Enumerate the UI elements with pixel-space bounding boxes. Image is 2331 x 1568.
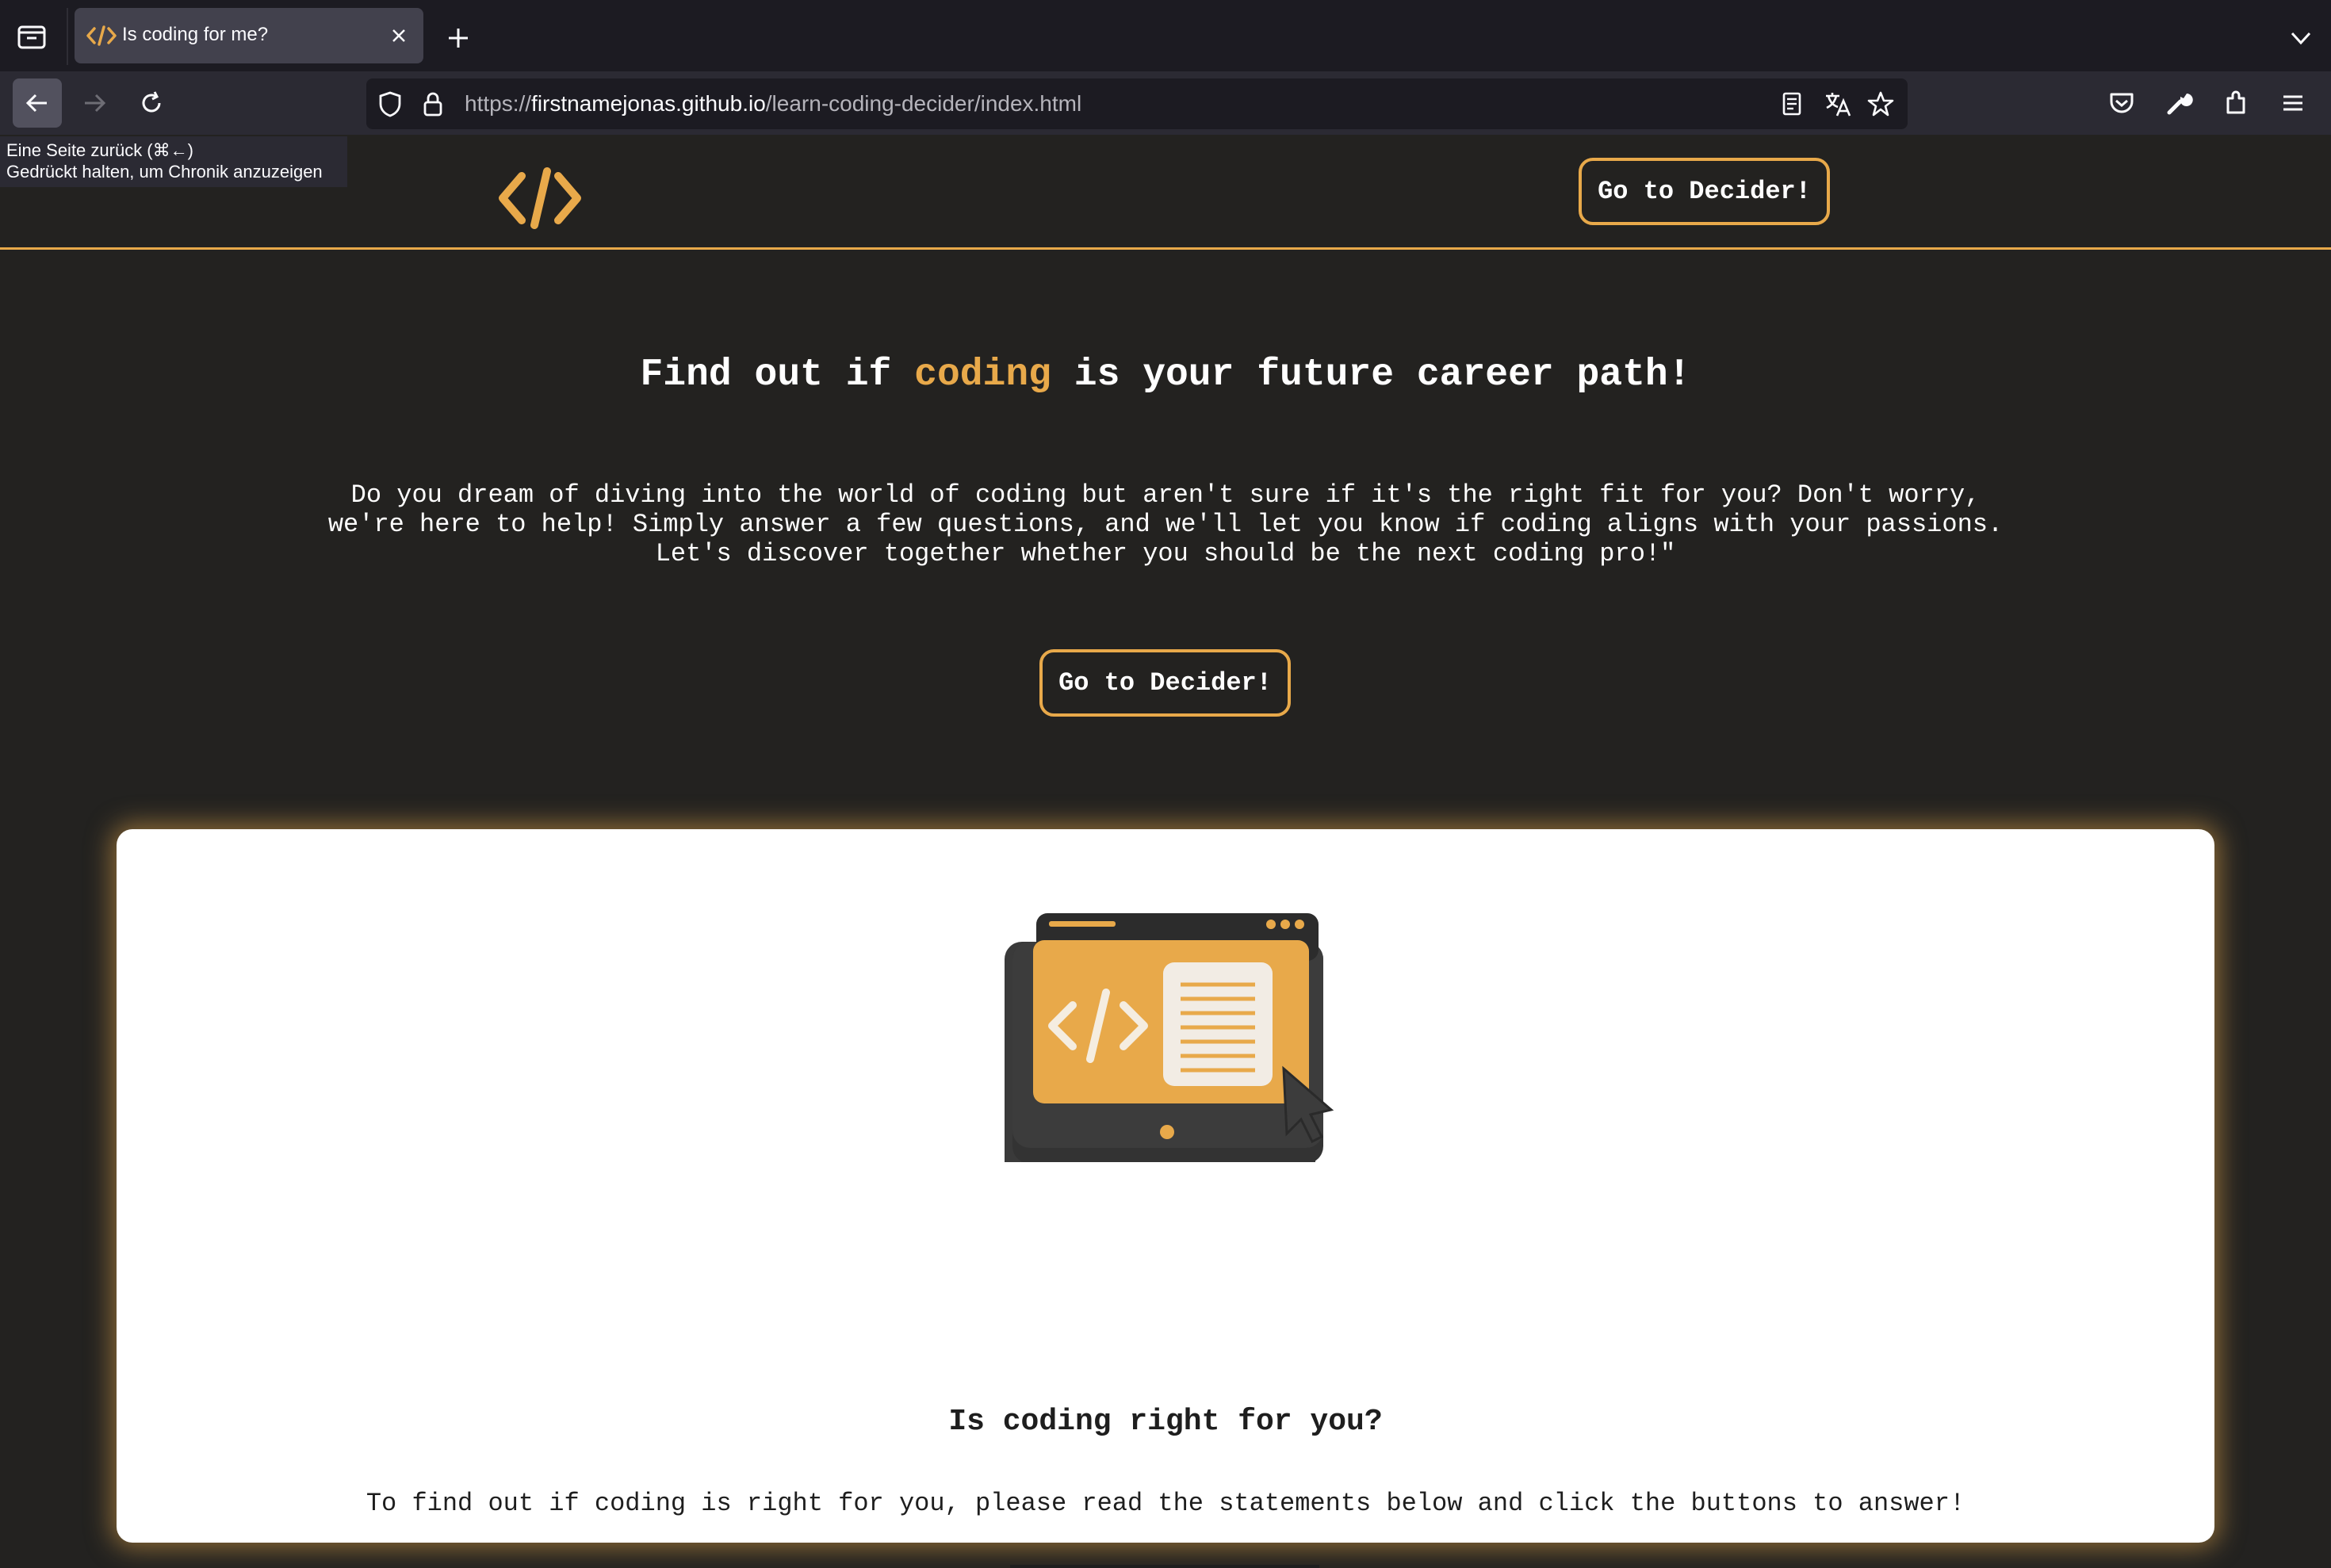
card-title: Is coding right for you? [948,1405,1383,1439]
shield-icon[interactable] [376,90,404,122]
hero-description: Do you dream of diving into the world of… [327,480,2004,568]
url-text[interactable]: https://firstnamejonas.github.io/learn-c… [465,91,1081,117]
wrench-icon[interactable] [2163,87,2195,119]
pocket-icon[interactable] [2106,87,2138,119]
monitor-code-illustration [1005,829,1338,1186]
tooltip-line-2: Gedrückt halten, um Chronik anzuzeigen [6,162,323,182]
site-header: Go to Decider! [0,135,2331,250]
browser-tab[interactable]: Is coding for me? [75,8,423,63]
back-button[interactable] [13,78,62,128]
lock-icon[interactable] [419,90,447,122]
url-bar[interactable]: https://firstnamejonas.github.io/learn-c… [366,78,1908,129]
reader-view-icon[interactable] [1778,90,1806,118]
hero-decider-button[interactable]: Go to Decider! [1039,649,1291,717]
header-decider-button[interactable]: Go to Decider! [1579,158,1830,225]
tooltip-line-1: Eine Seite zurück (⌘←) [6,140,193,160]
extensions-icon[interactable] [2220,87,2252,119]
code-brackets-logo[interactable] [496,165,584,235]
card-description: To find out if coding is right for you, … [366,1489,1965,1518]
tab-separator [67,8,68,65]
back-button-tooltip: Eine Seite zurück (⌘←) Gedrückt halten, … [0,136,347,187]
intro-card: Is coding right for you? To find out if … [117,829,2214,1568]
menu-icon[interactable] [2277,87,2309,119]
reload-icon [142,91,161,113]
hero-title: Find out if coding is your future career… [640,354,1691,396]
forward-arrow-icon [85,94,106,113]
browser-nav-bar: https://firstnamejonas.github.io/learn-c… [0,71,2331,135]
star-icon[interactable] [1866,90,1895,118]
code-brackets-icon [86,24,117,48]
card-divider [1010,1565,1319,1568]
translate-icon[interactable] [1824,90,1852,118]
plus-icon[interactable] [442,22,474,54]
tab-list-icon[interactable] [14,19,49,54]
chevron-down-icon[interactable] [2285,22,2317,54]
back-arrow-icon [25,94,47,113]
hero-title-accent: coding [914,354,1051,396]
forward-button[interactable] [70,78,119,128]
page-content: Go to Decider! Find out if coding is you… [0,135,2331,1568]
tab-title: Is coding for me? [122,24,269,45]
browser-tab-bar: Is coding for me? [0,0,2331,71]
reload-button[interactable] [127,78,176,128]
close-icon[interactable] [385,22,412,49]
